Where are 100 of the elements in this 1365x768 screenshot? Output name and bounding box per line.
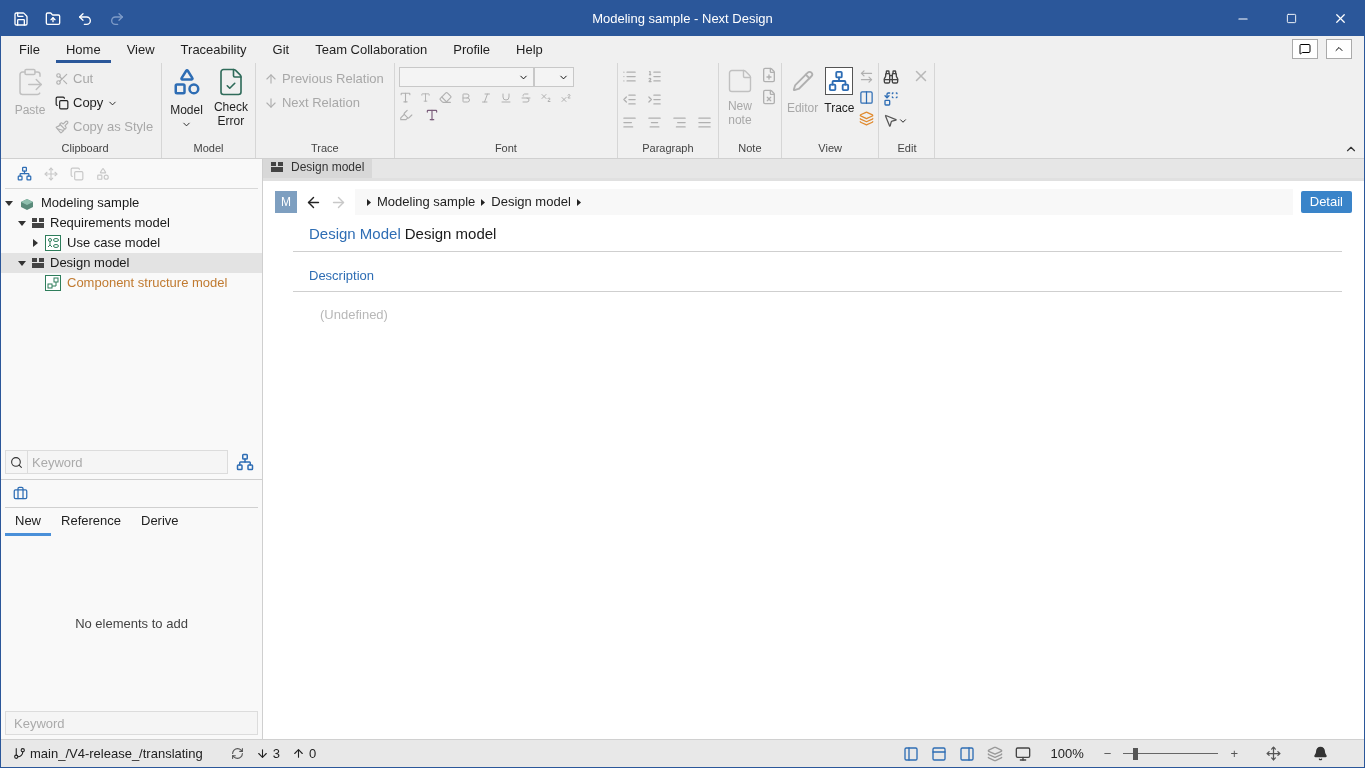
bullet-list-icon[interactable]	[621, 69, 637, 84]
maximize-icon[interactable]	[1286, 13, 1297, 24]
menu-tab[interactable]: Team Collaboration	[305, 39, 438, 63]
screen-settings-icon[interactable]	[1014, 745, 1031, 762]
menu-tab[interactable]: Profile	[443, 39, 501, 63]
save-icon[interactable]	[13, 10, 29, 27]
zoom-out-button[interactable]: −	[1103, 743, 1112, 764]
shapes-icon[interactable]	[96, 166, 110, 181]
sync-icon[interactable]	[230, 747, 244, 760]
menu-tab[interactable]: View	[116, 39, 165, 63]
model-button[interactable]: Model	[166, 67, 207, 130]
font-color-icon[interactable]	[424, 108, 439, 122]
collapsed-caret-icon[interactable]	[32, 239, 38, 247]
group-label: Model	[192, 140, 225, 156]
breadcrumb[interactable]: Design model	[491, 192, 571, 212]
layers-icon[interactable]	[986, 745, 1003, 762]
palette-tab[interactable]: Reference	[51, 508, 131, 536]
search-icon	[10, 455, 23, 469]
superscript-icon[interactable]	[559, 91, 572, 104]
columns-icon[interactable]	[859, 90, 875, 105]
layout-top-icon[interactable]	[930, 745, 947, 762]
layout-left-icon[interactable]	[902, 745, 919, 762]
comment-button[interactable]	[1292, 39, 1318, 59]
group-label: Edit	[896, 140, 918, 156]
redo-icon[interactable]	[109, 10, 125, 27]
align-center-icon[interactable]	[646, 115, 662, 130]
tree-item[interactable]: Requirements model	[1, 213, 262, 233]
undo-icon[interactable]	[77, 10, 93, 27]
expanded-caret-icon[interactable]	[5, 200, 13, 206]
slider-thumb[interactable]	[1132, 747, 1138, 760]
brush-icon	[55, 120, 69, 134]
hierarchy-icon[interactable]	[17, 166, 32, 181]
usecase-diagram-icon	[45, 235, 61, 251]
fit-icon[interactable]	[1266, 746, 1281, 761]
highlighter-icon[interactable]	[398, 108, 413, 122]
incoming-icon	[255, 747, 269, 760]
model-name: Design model	[404, 224, 497, 245]
expanded-caret-icon[interactable]	[18, 220, 26, 226]
palette-tab[interactable]: New	[5, 508, 51, 536]
detail-button[interactable]: Detail	[1300, 191, 1352, 213]
trace-view-button[interactable]: Trace	[823, 67, 856, 117]
tree-item[interactable]: Design model	[1, 253, 262, 273]
shrink-font-icon[interactable]	[419, 92, 431, 103]
breadcrumb[interactable]: Modeling sample	[377, 192, 476, 212]
strikethrough-icon[interactable]	[519, 91, 532, 104]
tree-item-label: Component structure model	[67, 274, 228, 293]
expanded-caret-icon[interactable]	[18, 260, 26, 266]
menu-tab[interactable]: Help	[506, 39, 553, 63]
branch-name[interactable]: main_/V4-release_/translating	[30, 743, 203, 764]
keyword-field[interactable]: Keyword	[5, 711, 258, 735]
pencil-icon	[791, 70, 814, 92]
search-mode-button[interactable]	[5, 450, 28, 474]
copy-button[interactable]: Copy	[51, 91, 158, 115]
italic-icon[interactable]	[479, 91, 492, 104]
find-icon[interactable]	[883, 69, 900, 85]
comment-icon	[1299, 43, 1311, 55]
align-right-icon[interactable]	[671, 115, 687, 130]
zoom-slider[interactable]	[1123, 746, 1219, 761]
filter-tree-icon[interactable]	[236, 453, 254, 471]
delete-note-icon[interactable]	[760, 89, 777, 105]
description-value: (Undefined)	[320, 307, 388, 322]
layers-icon[interactable]	[859, 111, 875, 126]
outgoing-icon	[291, 747, 305, 760]
pointer-icon[interactable]	[883, 113, 899, 128]
menu-tab[interactable]: Traceability	[170, 39, 257, 63]
swap-icon[interactable]	[859, 69, 875, 84]
font-size-dropdown[interactable]	[533, 67, 574, 87]
menu-tab[interactable]: File	[9, 39, 50, 63]
underline-icon[interactable]	[499, 91, 512, 104]
indent-icon[interactable]	[646, 92, 662, 107]
collapse-button[interactable]	[1326, 39, 1352, 59]
bold-icon[interactable]	[459, 91, 472, 104]
toolbox-icon[interactable]	[13, 486, 28, 501]
layout-right-icon[interactable]	[958, 745, 975, 762]
section-heading: Description	[309, 266, 375, 285]
subscript-icon[interactable]	[539, 91, 552, 104]
palette-tab[interactable]: Derive	[131, 508, 189, 536]
grow-font-icon[interactable]	[398, 91, 412, 104]
menu-tab[interactable]: Git	[262, 39, 300, 63]
group-label: Trace	[310, 140, 340, 156]
incoming-count: 3	[272, 744, 280, 763]
folder-icon[interactable]	[45, 10, 61, 27]
group-label: Clipboard	[60, 140, 110, 156]
tree-item[interactable]: Use case model	[1, 233, 262, 253]
zoom-in-button[interactable]: +	[1230, 743, 1238, 764]
keyword-field[interactable]: Keyword	[28, 450, 228, 474]
numbered-list-icon[interactable]	[646, 69, 662, 84]
outdent-icon[interactable]	[621, 92, 637, 107]
font-family-dropdown[interactable]	[398, 67, 534, 87]
align-left-icon[interactable]	[621, 115, 637, 130]
tree-item[interactable]: Modeling sample	[1, 193, 262, 213]
chevron-icon	[576, 198, 581, 206]
align-justify-icon[interactable]	[696, 115, 712, 130]
branch-icon	[13, 747, 26, 760]
empty-message: No elements to add	[75, 614, 188, 633]
edit-note-icon[interactable]	[760, 67, 777, 83]
check-error-button[interactable]: Check Error	[210, 67, 251, 128]
stack-icon[interactable]	[70, 166, 84, 181]
bell-icon[interactable]	[1313, 746, 1328, 761]
close-icon[interactable]	[1333, 11, 1348, 26]
